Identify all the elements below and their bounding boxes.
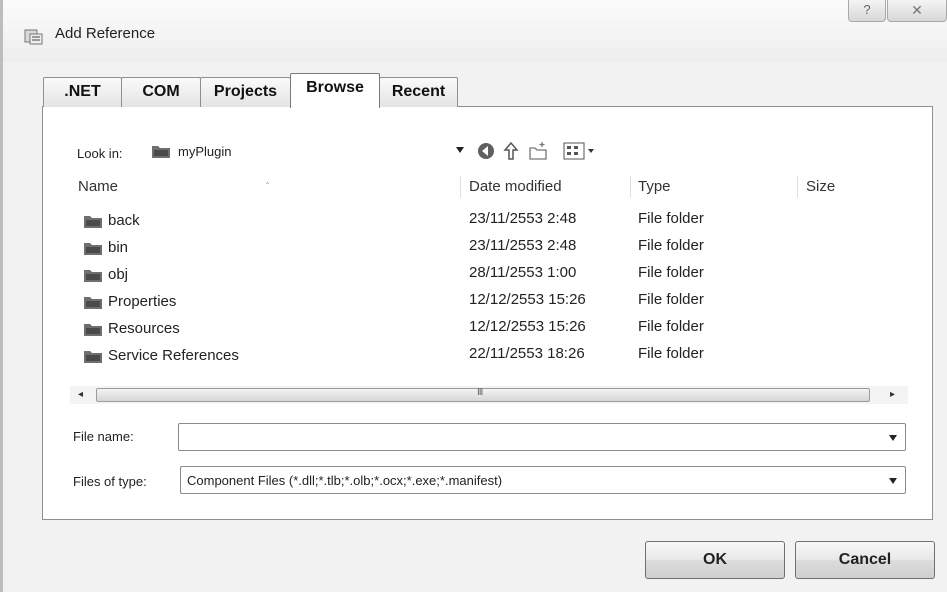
- file-name: back: [108, 212, 140, 229]
- folder-icon: [84, 297, 102, 309]
- files-of-type-value: Component Files (*.dll;*.tlb;*.olb;*.ocx…: [187, 473, 503, 488]
- column-divider[interactable]: [797, 176, 798, 198]
- folder-icon: [84, 243, 102, 255]
- close-button[interactable]: ✕: [887, 0, 947, 22]
- file-type: File folder: [638, 237, 704, 254]
- look-in-value: myPlugin: [178, 144, 232, 159]
- file-name: obj: [108, 266, 129, 283]
- scrollbar-thumb[interactable]: III: [96, 387, 870, 402]
- file-name: Resources: [108, 320, 180, 337]
- file-name-label: File name:: [73, 429, 134, 444]
- file-row[interactable]: obj 28/11/2553 1:00 File folder: [70, 262, 908, 289]
- tab-dotnet[interactable]: .NET: [43, 77, 122, 107]
- folder-icon: [152, 146, 170, 158]
- grip-icon: III: [477, 387, 483, 398]
- back-icon[interactable]: [475, 140, 497, 162]
- folder-icon: [84, 324, 102, 336]
- scroll-left-icon[interactable]: ◂: [78, 389, 83, 400]
- file-date: 12/12/2553 15:26: [469, 318, 586, 335]
- file-name: Service References: [108, 347, 239, 364]
- file-type: File folder: [638, 264, 704, 281]
- file-name-input[interactable]: [178, 423, 906, 451]
- file-row[interactable]: Resources 12/12/2553 15:26 File folder: [70, 316, 908, 343]
- new-folder-icon[interactable]: [527, 140, 549, 162]
- file-type: File folder: [638, 345, 704, 362]
- chevron-down-icon[interactable]: [889, 435, 897, 441]
- scroll-right-icon[interactable]: ▸: [890, 389, 895, 400]
- column-header-size[interactable]: Size: [806, 174, 835, 202]
- file-date: 12/12/2553 15:26: [469, 291, 586, 308]
- dialog-title: Add Reference: [55, 25, 156, 42]
- file-type: File folder: [638, 318, 704, 335]
- file-date: 28/11/2553 1:00: [469, 264, 577, 281]
- ok-button[interactable]: OK: [645, 541, 785, 579]
- chevron-down-icon: [889, 478, 897, 484]
- add-reference-dialog: Add Reference ? ✕ .NET COM Projects Brow…: [0, 0, 947, 592]
- file-type: File folder: [638, 210, 704, 227]
- horizontal-scrollbar[interactable]: ◂ III ▸: [70, 386, 908, 404]
- file-row[interactable]: bin 23/11/2553 2:48 File folder: [70, 235, 908, 262]
- column-header-date[interactable]: Date modified: [469, 174, 562, 202]
- folder-icon: [84, 351, 102, 363]
- column-divider[interactable]: [460, 176, 461, 198]
- file-row[interactable]: back 23/11/2553 2:48 File folder: [70, 208, 908, 235]
- files-of-type-label: Files of type:: [73, 474, 147, 489]
- files-of-type-dropdown[interactable]: Component Files (*.dll;*.tlb;*.olb;*.ocx…: [180, 466, 906, 494]
- title-bar[interactable]: Add Reference ? ✕: [3, 0, 947, 62]
- column-header-name[interactable]: Name: [78, 174, 118, 202]
- file-row[interactable]: Properties 12/12/2553 15:26 File folder: [70, 289, 908, 316]
- column-divider[interactable]: [630, 176, 631, 198]
- chevron-down-icon: [456, 147, 464, 153]
- up-folder-icon[interactable]: [500, 140, 522, 162]
- file-list[interactable]: Name ‸ Date modified Type Size back 23/1…: [70, 174, 908, 380]
- help-button[interactable]: ?: [848, 0, 886, 22]
- view-menu-icon[interactable]: [562, 140, 598, 162]
- sort-indicator-icon: ‸: [266, 174, 270, 184]
- file-date: 22/11/2553 18:26: [469, 345, 585, 362]
- file-name: Properties: [108, 293, 177, 310]
- column-header-type[interactable]: Type: [638, 174, 671, 202]
- folder-icon: [84, 270, 102, 282]
- tab-projects[interactable]: Projects: [200, 77, 291, 107]
- add-reference-icon: [24, 29, 43, 45]
- cancel-button[interactable]: Cancel: [795, 541, 935, 579]
- tab-browse[interactable]: Browse: [290, 73, 380, 108]
- file-type: File folder: [638, 291, 704, 308]
- tab-recent[interactable]: Recent: [379, 77, 458, 107]
- look-in-label: Look in:: [77, 146, 123, 161]
- header-divider: [70, 202, 908, 203]
- file-date: 23/11/2553 2:48: [469, 210, 577, 227]
- file-row[interactable]: Service References 22/11/2553 18:26 File…: [70, 343, 908, 370]
- file-name: bin: [108, 239, 129, 256]
- tab-com[interactable]: COM: [121, 77, 201, 107]
- folder-icon: [84, 216, 102, 228]
- file-date: 23/11/2553 2:48: [469, 237, 577, 254]
- look-in-dropdown[interactable]: myPlugin: [140, 137, 465, 165]
